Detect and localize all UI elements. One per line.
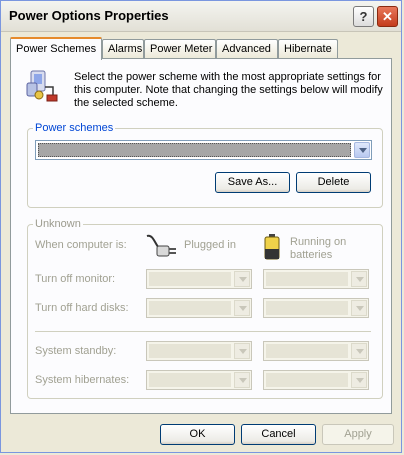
standby-plugged-dropdown[interactable] [146,341,252,361]
title-bar[interactable]: Power Options Properties ? ✕ [1,1,401,32]
chevron-down-icon [234,372,250,388]
monitor-battery-dropdown[interactable] [263,269,369,289]
plugged-in-label: Plugged in [184,239,236,251]
turn-off-hard-disks-label: Turn off hard disks: [35,302,129,314]
monitor-plugged-dropdown[interactable] [146,269,252,289]
chevron-down-icon [234,343,250,359]
chevron-down-icon [351,271,367,287]
power-schemes-label: Power schemes [33,122,116,134]
power-options-window: Power Options Properties ? ✕ Power Schem… [0,0,402,453]
system-hibernates-label: System hibernates: [35,374,130,386]
disks-battery-dropdown[interactable] [263,298,369,318]
chevron-down-icon [351,343,367,359]
settings-divider [35,331,371,332]
chevron-down-icon [234,300,250,316]
hibernate-plugged-dropdown[interactable] [146,370,252,390]
help-button[interactable]: ? [353,6,374,27]
power-scheme-selected [38,143,351,157]
system-standby-label: System standby: [35,345,117,357]
power-options-icon [26,70,58,102]
chevron-down-icon [234,271,250,287]
batteries-label: batteries [290,249,333,261]
ok-button[interactable]: OK [160,424,235,445]
turn-off-monitor-label: Turn off monitor: [35,273,116,285]
description-text: Select the power scheme with the most ap… [74,71,383,109]
chevron-down-icon[interactable] [354,142,370,158]
close-button[interactable]: ✕ [377,6,398,27]
apply-button[interactable]: Apply [322,424,394,445]
tab-power-meter[interactable]: Power Meter [144,39,216,58]
disks-plugged-dropdown[interactable] [146,298,252,318]
hibernate-battery-dropdown[interactable] [263,370,369,390]
tab-alarms[interactable]: Alarms [102,39,144,58]
window-title: Power Options Properties [9,8,169,23]
tab-hibernate[interactable]: Hibernate [278,39,338,58]
cancel-button[interactable]: Cancel [241,424,316,445]
chevron-down-icon [351,372,367,388]
help-icon: ? [359,9,368,24]
power-scheme-dropdown[interactable] [35,140,372,160]
when-computer-is-label: When computer is: [35,239,127,251]
running-on-label: Running on [290,236,347,248]
plug-icon [146,234,176,257]
standby-battery-dropdown[interactable] [263,341,369,361]
tab-advanced[interactable]: Advanced [216,39,278,58]
chevron-down-icon [351,300,367,316]
battery-icon [264,234,280,260]
save-as-button[interactable]: Save As... [215,172,290,193]
delete-button[interactable]: Delete [296,172,371,193]
close-icon: ✕ [382,9,393,24]
tab-power-schemes[interactable]: Power Schemes [10,37,102,60]
settings-group-label: Unknown [33,218,83,230]
